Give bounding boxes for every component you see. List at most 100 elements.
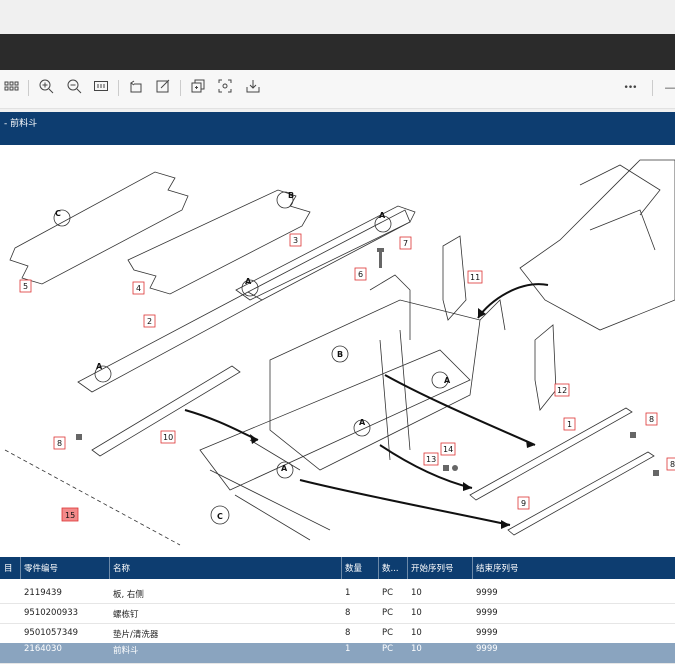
svg-text:8: 8: [670, 460, 675, 469]
part-3-plate: [235, 205, 416, 301]
callout-10[interactable]: 10: [160, 430, 176, 444]
svg-text:2: 2: [147, 317, 152, 326]
col-quantity[interactable]: 数量: [345, 562, 377, 574]
rotate-icon[interactable]: [126, 78, 146, 98]
cell-end-serial: 9999: [476, 608, 498, 618]
cell-start-serial: 10: [411, 588, 422, 598]
app-header-bar: [0, 34, 675, 70]
part-4-plate: [127, 189, 311, 295]
zoom-in-icon[interactable]: [36, 78, 56, 98]
cell-start-serial: 10: [411, 608, 422, 618]
svg-text:8: 8: [57, 439, 62, 448]
col-end-serial[interactable]: 结束序列号: [476, 562, 556, 574]
cell-part-number: 2164030: [24, 644, 62, 654]
arrow-c-to-strip9: [299, 479, 511, 526]
col-part-number[interactable]: 零件编号: [24, 562, 108, 574]
detail-letter: A: [281, 464, 288, 473]
callout-15-selected[interactable]: 15: [61, 507, 79, 522]
paver-machine: [519, 159, 675, 331]
callout-8-left[interactable]: 8: [53, 436, 66, 450]
parts-diagram: C B A A A B A A A C 1 2 3 4 5 6 7 8 8 8 …: [0, 145, 675, 557]
more-options-button[interactable]: •••: [618, 78, 642, 98]
cell-end-serial: 9999: [476, 644, 498, 654]
toolbar-separator: [118, 80, 119, 96]
cell-end-serial: 9999: [476, 588, 498, 598]
callout-2[interactable]: 2: [143, 314, 156, 328]
callout-8-right[interactable]: 8: [645, 412, 658, 426]
callout-7[interactable]: 7: [399, 236, 412, 250]
part-5-plate: [9, 171, 189, 285]
cell-unit: PC: [382, 644, 394, 654]
zoom-out-icon[interactable]: [64, 78, 84, 98]
frame-base: [199, 349, 471, 491]
exploded-view-drawing: C B A A A B A A A C 1 2 3 4 5 6 7 8 8 8 …: [4, 159, 675, 546]
callout-14[interactable]: 14: [440, 442, 456, 456]
cell-quantity: 1: [345, 644, 351, 654]
minimize-button[interactable]: —: [660, 78, 675, 98]
part-9-strip: [507, 451, 655, 536]
svg-text:3: 3: [293, 236, 298, 245]
screenshot-icon[interactable]: [215, 78, 235, 98]
table-row[interactable]: 9501057349 垫片/清洗器 8 PC 10 9999: [0, 623, 675, 644]
download-icon[interactable]: [243, 78, 263, 98]
col-start-serial[interactable]: 开始序列号: [411, 562, 471, 574]
viewer-toolbar: ••• —: [0, 70, 675, 109]
callout-5[interactable]: 5: [19, 279, 32, 293]
arrow-10-to-frame: [184, 409, 259, 441]
svg-text:6: 6: [358, 270, 363, 279]
grid-icon[interactable]: [2, 78, 22, 98]
window-top-area: [0, 0, 675, 34]
svg-text:11: 11: [470, 273, 480, 282]
cell-unit: PC: [382, 608, 394, 618]
edit-icon[interactable]: [153, 78, 173, 98]
svg-text:10: 10: [163, 433, 173, 442]
table-row-selected[interactable]: 2164030 前料斗 1 PC 10 9999: [0, 643, 675, 664]
cell-name: 垫片/清洗器: [113, 630, 159, 640]
cell-unit: PC: [382, 628, 394, 638]
callout-8-right-lower[interactable]: 8: [666, 457, 675, 471]
callout-4[interactable]: 4: [132, 281, 145, 295]
arrow-machine-to-frame: [477, 283, 549, 319]
callout-13[interactable]: 13: [423, 452, 439, 466]
callout-9[interactable]: 9: [517, 496, 530, 510]
detail-letter: C: [55, 209, 61, 218]
detail-letter: C: [217, 512, 223, 521]
svg-text:1: 1: [567, 420, 572, 429]
cell-part-number: 9510200933: [24, 608, 79, 618]
toolbar-separator: [180, 80, 181, 96]
col-name[interactable]: 名称: [113, 562, 339, 574]
cell-quantity: 8: [345, 628, 351, 638]
svg-text:8: 8: [649, 415, 654, 424]
part-1-strip: [469, 407, 633, 501]
page-title-bar: - 前料斗: [0, 112, 675, 145]
part-2-plate: [77, 291, 263, 393]
cell-quantity: 1: [345, 588, 351, 598]
svg-text:9: 9: [521, 499, 526, 508]
table-row[interactable]: 2119439 板, 右侧 1 PC 10 9999: [0, 583, 675, 604]
callout-1[interactable]: 1: [563, 417, 576, 431]
svg-text:4: 4: [136, 284, 141, 293]
detail-letter: A: [96, 362, 103, 371]
detail-letter: A: [444, 376, 451, 385]
cell-unit: PC: [382, 588, 394, 598]
copy-icon[interactable]: [188, 78, 208, 98]
toolbar-separator: [28, 80, 29, 96]
col-unit[interactable]: 数...: [382, 562, 406, 574]
cell-start-serial: 10: [411, 644, 422, 654]
callout-3[interactable]: 3: [289, 233, 302, 247]
cell-end-serial: 9999: [476, 628, 498, 638]
callout-6[interactable]: 6: [354, 267, 367, 281]
col-item[interactable]: 目: [4, 562, 20, 574]
svg-text:14: 14: [443, 445, 453, 454]
detail-letter: B: [288, 191, 294, 200]
callout-12[interactable]: 12: [554, 383, 570, 397]
cell-quantity: 8: [345, 608, 351, 618]
fit-icon[interactable]: [91, 78, 111, 98]
table-header: 目 零件编号 名称 数量 数... 开始序列号 结束序列号: [0, 557, 675, 579]
part-12-bracket: [534, 324, 557, 411]
arrow-b-to-strip1: [384, 374, 536, 446]
table-row[interactable]: 9510200933 螺栋钉 8 PC 10 9999: [0, 603, 675, 624]
part-8-screw-left: [76, 434, 82, 440]
cell-name: 板, 右侧: [113, 590, 144, 600]
callout-11[interactable]: 11: [467, 270, 483, 284]
